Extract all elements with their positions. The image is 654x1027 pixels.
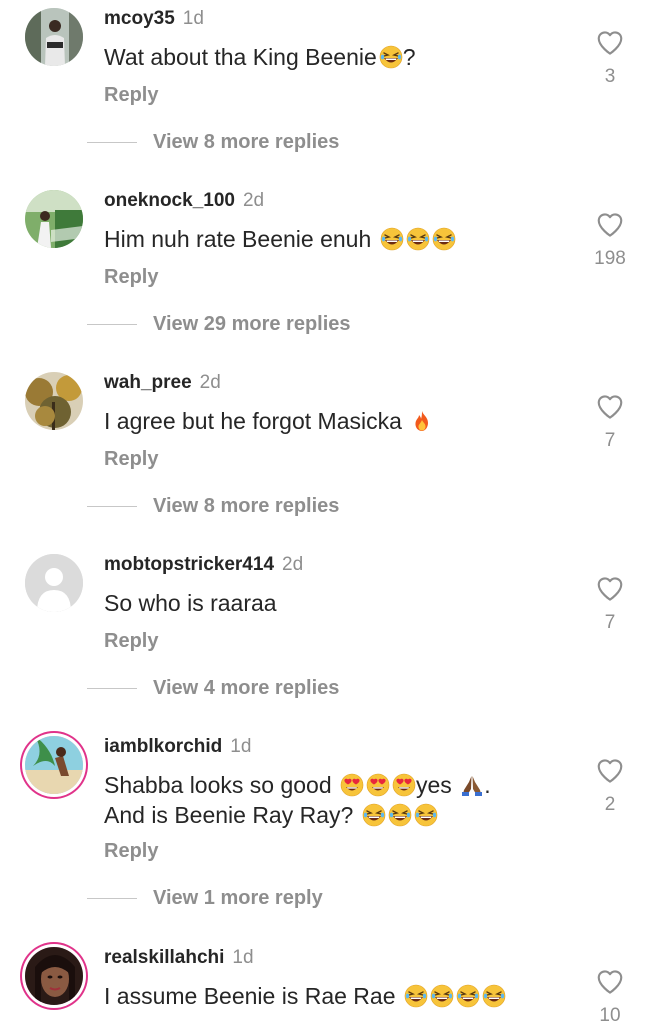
like-count: 7 [604,612,616,633]
reply-button[interactable]: Reply [104,630,158,653]
comment-text: Shabba looks so good yes . And is Beenie… [104,772,491,828]
comment-username[interactable]: iamblkorchid 1d [104,736,251,758]
view-more-replies-button[interactable]: View 8 more replies [87,131,339,154]
reply-button[interactable]: Reply [104,266,158,289]
heart-eyes-emoji-icon [340,773,364,797]
laughing-emoji-icon [456,984,480,1008]
comment-username[interactable]: realskillahchi 1d [104,947,254,969]
view-more-replies-button[interactable]: View 8 more replies [87,495,339,518]
comment-age: 2d [199,372,221,393]
default-avatar[interactable] [25,554,83,612]
fire-emoji-icon [410,409,434,433]
laughing-emoji-icon [406,227,430,251]
heart-eyes-emoji-icon [366,773,390,797]
heart-icon [595,574,625,604]
comment-username[interactable]: mcoy35 1d [104,8,204,30]
heart-eyes-emoji-icon [392,773,416,797]
avatar[interactable] [25,8,83,66]
folded-hands-emoji-icon [460,773,484,797]
like-button[interactable]: 10 [594,967,626,1027]
comment-username[interactable]: wah_pree 2d [104,372,221,394]
comment-age: 1d [182,8,204,29]
comment-text: I assume Beenie is Rae Rae [104,981,574,1011]
avatar-story-ring[interactable] [25,947,83,1005]
laughing-emoji-icon [388,803,412,827]
view-more-replies-button[interactable]: View 1 more reply [87,887,323,910]
avatar[interactable] [25,190,83,248]
comment-age: 1d [230,736,252,757]
comment-age: 2d [282,554,304,575]
divider-line [87,506,137,508]
heart-icon [595,967,625,997]
heart-icon [595,392,625,422]
laughing-emoji-icon [379,45,403,69]
like-button[interactable]: 7 [594,574,626,634]
laughing-emoji-icon [362,803,386,827]
divider-line [87,324,137,326]
view-more-replies-button[interactable]: View 29 more replies [87,313,351,336]
laughing-emoji-icon [482,984,506,1008]
avatar-story-ring[interactable] [25,736,83,794]
like-count: 7 [604,430,616,451]
like-button[interactable]: 198 [594,210,626,270]
comment-text: I agree but he forgot Masicka [104,406,574,436]
like-count: 3 [604,66,616,87]
heart-icon [595,756,625,786]
reply-button[interactable]: Reply [104,840,158,863]
heart-icon [595,210,625,240]
like-button[interactable]: 7 [594,392,626,452]
laughing-emoji-icon [404,984,428,1008]
reply-button[interactable]: Reply [104,84,158,107]
divider-line [87,688,137,690]
view-more-replies-button[interactable]: View 4 more replies [87,677,339,700]
like-button[interactable]: 2 [594,756,626,816]
comment-text: So who is raaraa [104,590,277,616]
divider-line [87,142,137,144]
like-count: 2 [604,794,616,815]
laughing-emoji-icon [380,227,404,251]
like-button[interactable]: 3 [594,28,626,88]
reply-button[interactable]: Reply [104,448,158,471]
comment-username[interactable]: oneknock_100 2d [104,190,264,212]
comment-text: Wat about tha King Beenie? [104,44,416,70]
laughing-emoji-icon [432,227,456,251]
comment-age: 2d [242,190,265,211]
comment-username[interactable]: mobtopstricker414 2d [104,554,303,576]
comment-text: Him nuh rate Beenie enuh [104,224,574,254]
like-count: 198 [594,248,626,269]
avatar[interactable] [25,372,83,430]
laughing-emoji-icon [430,984,454,1008]
heart-icon [595,28,625,58]
laughing-emoji-icon [414,803,438,827]
comment-age: 1d [232,947,254,968]
divider-line [87,898,137,900]
default-user-icon [25,554,83,612]
